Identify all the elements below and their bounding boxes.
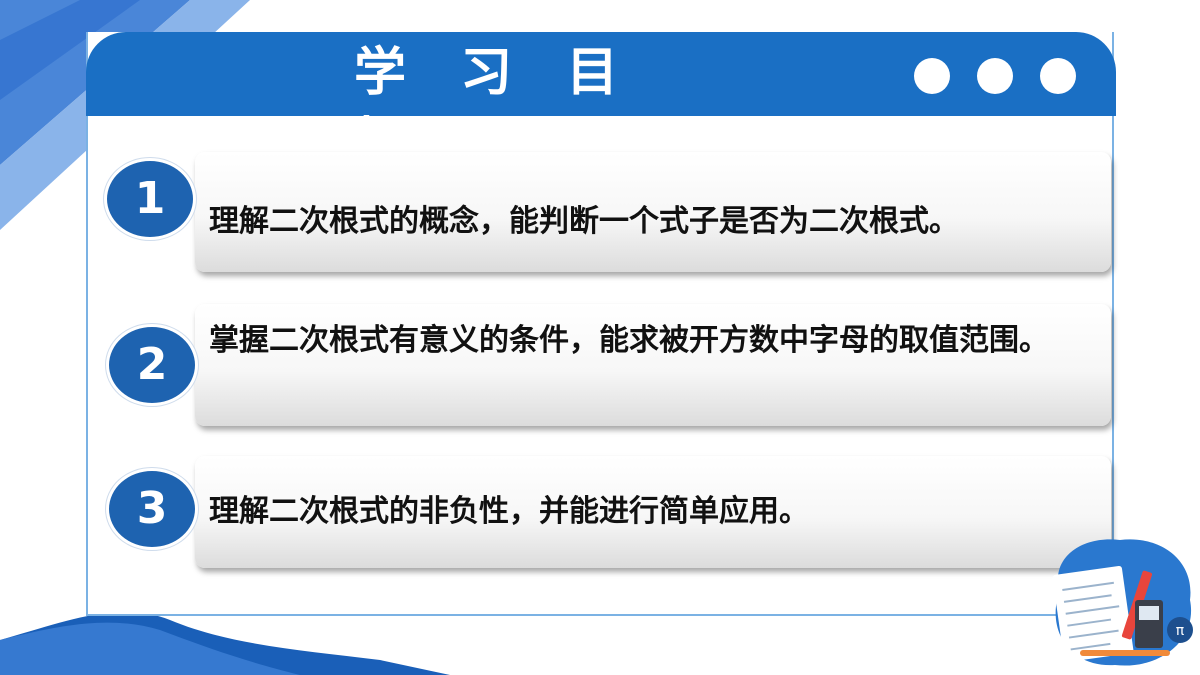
goal-text-2: 掌握二次根式有意义的条件，能求被开方数中字母的取值范围。 [209, 323, 1049, 358]
goal-text-1: 理解二次根式的概念，能判断一个式子是否为二次根式。 [209, 204, 959, 239]
goal-card-1: 理解二次根式的概念，能判断一个式子是否为二次根式。 [195, 152, 1111, 272]
dot-decoration-2 [977, 58, 1013, 94]
dot-decoration-3 [1040, 58, 1076, 94]
goal-number-2: 2 [106, 324, 198, 406]
page-title: 学 习 目 标 [354, 43, 637, 173]
goal-number-3: 3 [106, 468, 198, 550]
goal-card-2: 掌握二次根式有意义的条件，能求被开方数中字母的取值范围。 [195, 304, 1111, 426]
goal-card-3: 理解二次根式的非负性，并能进行简单应用。 [195, 456, 1111, 568]
math-study-illustration: π [1052, 539, 1193, 666]
goal-text-3: 理解二次根式的非负性，并能进行简单应用。 [209, 494, 809, 529]
pi-symbol: π [1176, 623, 1185, 639]
dot-decoration-1 [914, 58, 950, 94]
goal-number-1: 1 [104, 158, 196, 240]
